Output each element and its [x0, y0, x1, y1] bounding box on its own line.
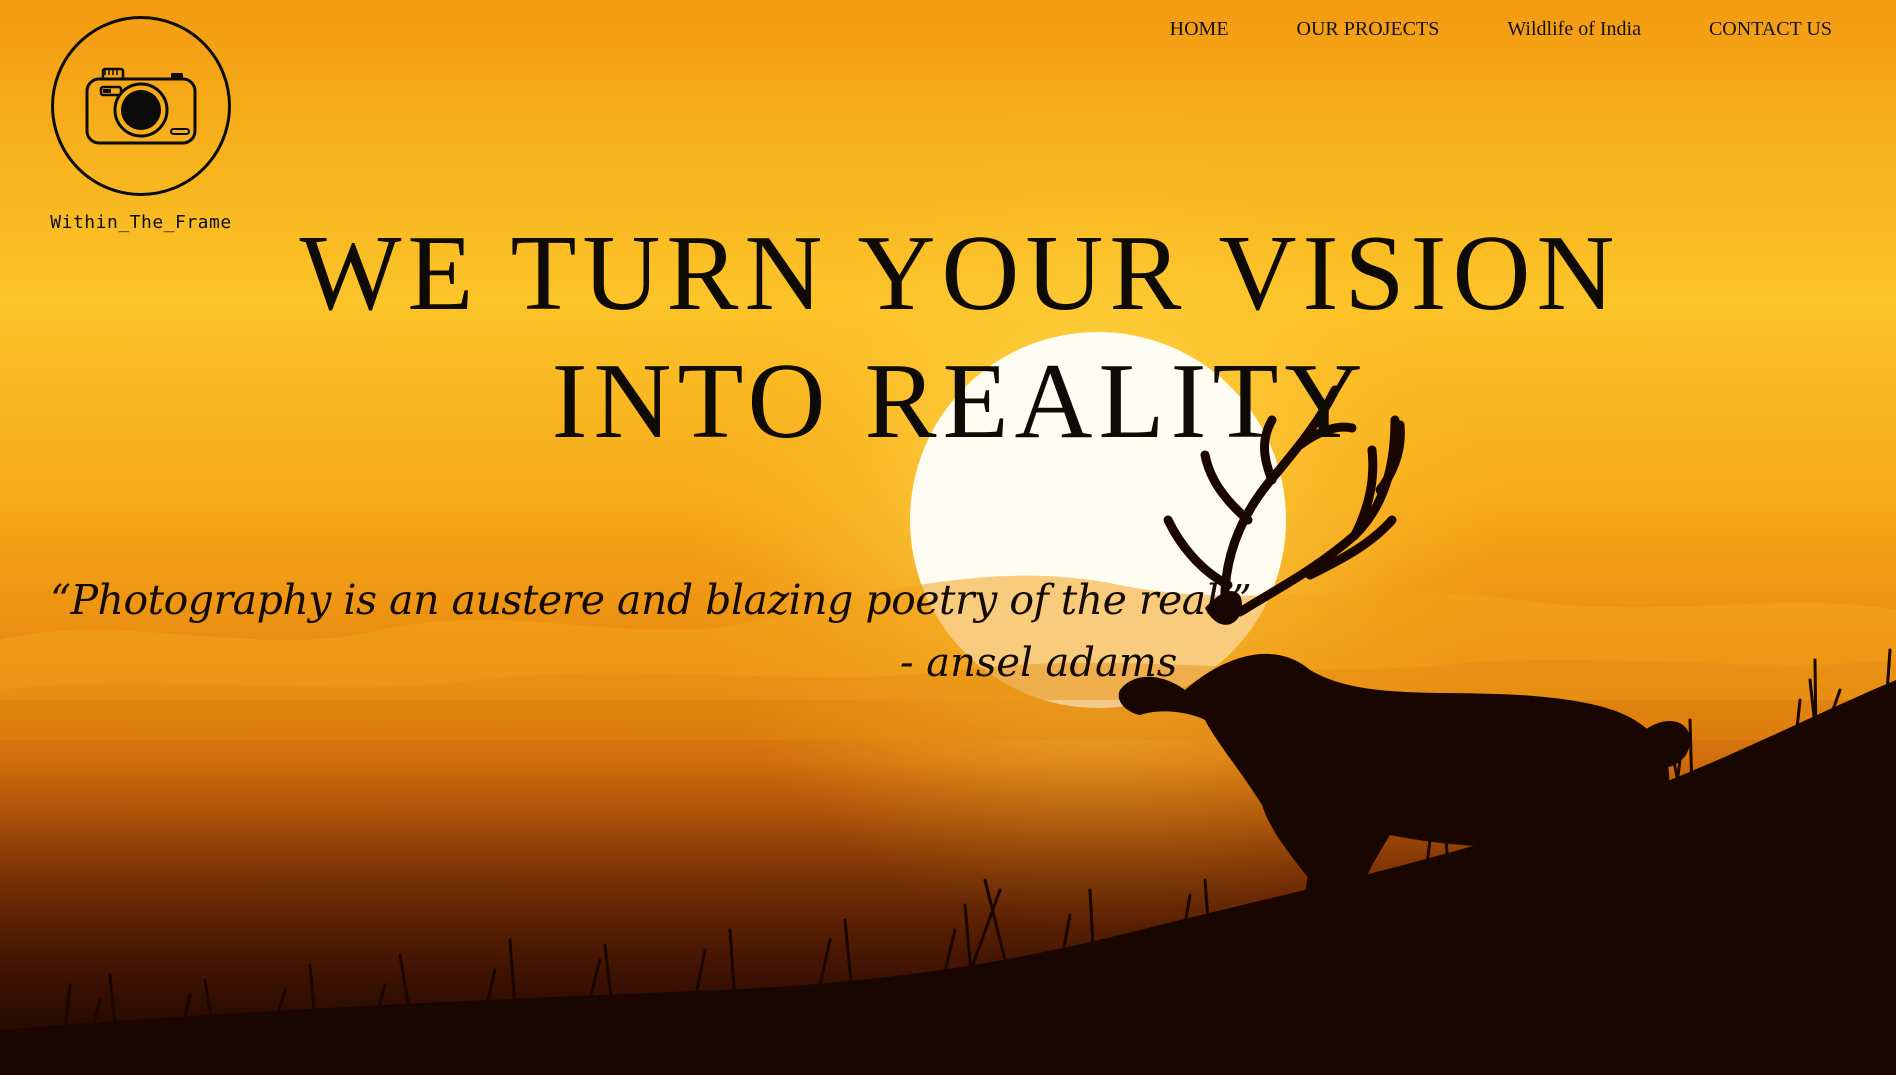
- hero-headline-line-2: INTO REALITY: [551, 342, 1369, 461]
- brand-logo[interactable]: Within_The_Frame: [48, 16, 234, 233]
- nav-wildlife-of-india[interactable]: Wildlife of India: [1507, 18, 1641, 41]
- nav-contact-us[interactable]: CONTACT US: [1709, 18, 1832, 41]
- hero-quote: “Photography is an austere and blazing p…: [50, 576, 1252, 624]
- quote-author: - ansel adams: [900, 640, 1178, 686]
- camera-icon: [85, 67, 197, 145]
- hero-background-image: [0, 90, 1896, 1075]
- nav-home[interactable]: HOME: [1170, 18, 1229, 41]
- hero-headline: WE TURN YOUR VISION INTO REALITY: [250, 210, 1670, 466]
- nav-our-projects[interactable]: OUR PROJECTS: [1297, 18, 1440, 41]
- hero-headline-line-1: WE TURN YOUR VISION: [299, 214, 1621, 333]
- brand-name: Within_The_Frame: [50, 212, 232, 233]
- main-nav: HOME OUR PROJECTS Wildlife of India CONT…: [1170, 18, 1832, 41]
- hero-section: Within_The_Frame HOME OUR PROJECTS Wildl…: [0, 0, 1896, 1075]
- logo-ring: [51, 16, 231, 196]
